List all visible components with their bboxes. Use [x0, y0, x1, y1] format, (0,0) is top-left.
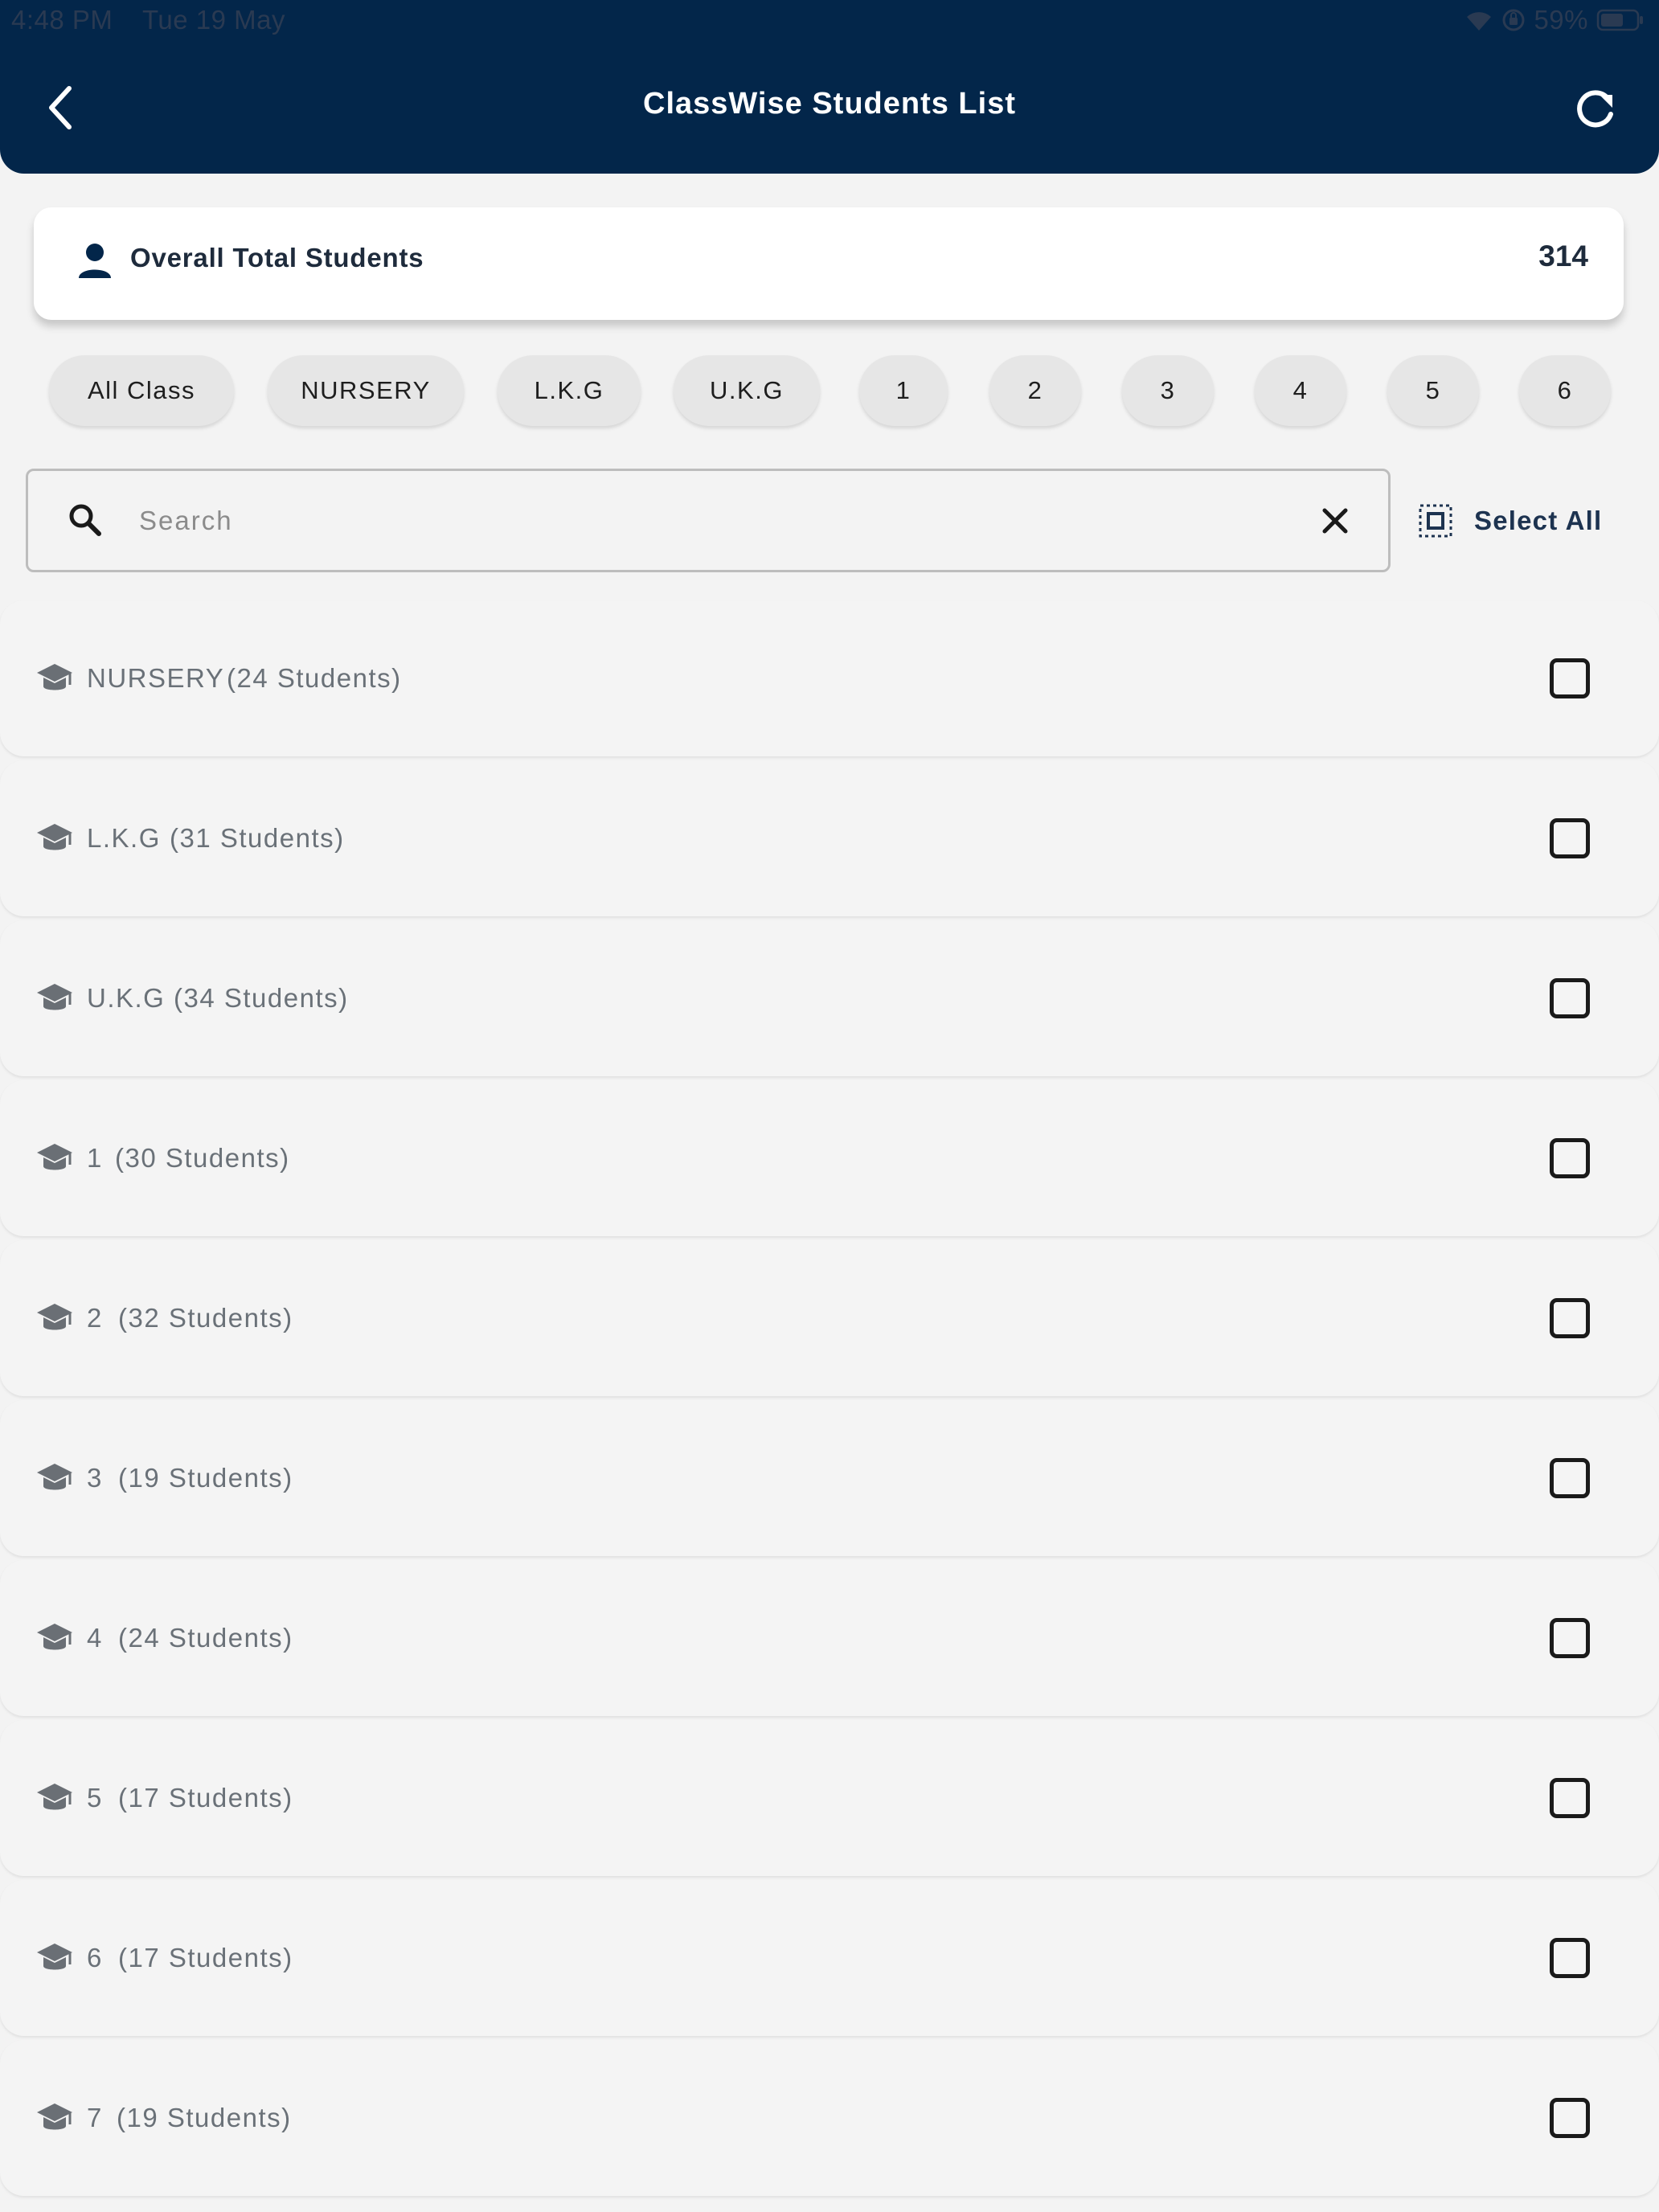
- status-date: Tue 19 May: [142, 5, 286, 35]
- app-header: 4:48 PM Tue 19 May 59% ClassWise Student…: [0, 0, 1659, 174]
- list-item[interactable]: NURSERY (24 Students): [0, 600, 1659, 756]
- list-item[interactable]: U.K.G (34 Students): [0, 920, 1659, 1076]
- class-checkbox[interactable]: [1550, 1618, 1590, 1658]
- select-all-icon: [1419, 504, 1452, 538]
- battery-percent: 59%: [1534, 5, 1588, 35]
- total-students-label: Overall Total Students: [130, 243, 424, 272]
- class-name: 4: [87, 1623, 103, 1653]
- person-icon: [79, 244, 111, 278]
- graduation-cap-icon: [37, 1464, 72, 1490]
- list-item[interactable]: 4 (24 Students): [0, 1560, 1659, 1716]
- class-name: 6: [87, 1943, 103, 1972]
- class-name: U.K.G: [87, 983, 166, 1013]
- wifi-icon: [1464, 8, 1493, 32]
- graduation-cap-icon: [37, 1944, 72, 1970]
- graduation-cap-icon: [37, 664, 72, 690]
- list-item[interactable]: 6 (17 Students): [0, 1880, 1659, 2036]
- class-student-count: (24 Students): [227, 663, 402, 693]
- class-student-count: (31 Students): [170, 823, 345, 853]
- graduation-cap-icon: [37, 1624, 72, 1650]
- chip-all-class[interactable]: All Class: [49, 355, 234, 426]
- status-bar: 4:48 PM Tue 19 May 59%: [0, 0, 1659, 43]
- search-input[interactable]: [139, 494, 1248, 548]
- class-name: 2: [87, 1303, 103, 1333]
- class-student-count: (19 Students): [118, 1463, 293, 1493]
- class-checkbox[interactable]: [1550, 1458, 1590, 1498]
- orientation-lock-icon: [1501, 8, 1526, 32]
- class-student-count: (17 Students): [118, 1943, 293, 1972]
- clear-search-button[interactable]: [1313, 498, 1358, 543]
- class-name: NURSERY: [87, 663, 225, 693]
- graduation-cap-icon: [37, 1784, 72, 1810]
- list-item[interactable]: 5 (17 Students): [0, 1720, 1659, 1876]
- list-item[interactable]: 7 (19 Students): [0, 2040, 1659, 2196]
- class-checkbox[interactable]: [1550, 1138, 1590, 1178]
- class-checkbox[interactable]: [1550, 658, 1590, 698]
- class-name: 7: [87, 2103, 103, 2132]
- chip-class-5[interactable]: 5: [1387, 355, 1479, 426]
- chip-nursery[interactable]: NURSERY: [268, 355, 464, 426]
- class-student-count: (17 Students): [118, 1783, 293, 1813]
- select-all-button[interactable]: Select All: [1418, 497, 1602, 545]
- graduation-cap-icon: [37, 2103, 72, 2130]
- chip-class-2[interactable]: 2: [989, 355, 1081, 426]
- class-student-count: (19 Students): [117, 2103, 292, 2132]
- class-student-count: (32 Students): [118, 1303, 293, 1333]
- class-name: 3: [87, 1463, 103, 1493]
- graduation-cap-icon: [37, 1304, 72, 1330]
- list-item[interactable]: 3 (19 Students): [0, 1400, 1659, 1556]
- class-checkbox[interactable]: [1550, 978, 1590, 1018]
- chip-class-4[interactable]: 4: [1255, 355, 1346, 426]
- chip-ukg[interactable]: U.K.G: [674, 355, 820, 426]
- graduation-cap-icon: [37, 984, 72, 1010]
- search-icon: [69, 504, 101, 536]
- status-time: 4:48 PM: [11, 5, 113, 35]
- class-student-count: (30 Students): [115, 1143, 290, 1173]
- list-item[interactable]: 2 (32 Students): [0, 1240, 1659, 1396]
- graduation-cap-icon: [37, 1144, 72, 1170]
- class-checkbox[interactable]: [1550, 2098, 1590, 2138]
- status-right: 59%: [1464, 5, 1645, 35]
- search-box: [26, 469, 1391, 572]
- class-checkbox[interactable]: [1550, 1778, 1590, 1818]
- total-students-value: 314: [1538, 240, 1588, 272]
- chip-class-3[interactable]: 3: [1122, 355, 1214, 426]
- class-name: 1: [87, 1143, 103, 1173]
- select-all-label: Select All: [1474, 506, 1603, 535]
- close-icon: [1322, 508, 1348, 534]
- chip-class-1[interactable]: 1: [859, 355, 948, 426]
- chip-class-6[interactable]: 6: [1519, 355, 1611, 426]
- list-item[interactable]: L.K.G (31 Students): [0, 760, 1659, 916]
- refresh-icon: [1577, 90, 1613, 128]
- class-checkbox[interactable]: [1550, 1938, 1590, 1978]
- list-item[interactable]: 1 (30 Students): [0, 1080, 1659, 1236]
- refresh-button[interactable]: [1569, 84, 1620, 135]
- battery-icon: [1596, 8, 1645, 32]
- page-title: ClassWise Students List: [643, 87, 1016, 121]
- class-name: 5: [87, 1783, 103, 1813]
- class-student-count: (34 Students): [174, 983, 349, 1013]
- class-student-count: (24 Students): [118, 1623, 293, 1653]
- class-name: L.K.G: [87, 823, 161, 853]
- graduation-cap-icon: [37, 824, 72, 850]
- class-checkbox[interactable]: [1550, 1298, 1590, 1338]
- class-list: NURSERY (24 Students) L.K.G (31 Students…: [0, 600, 1659, 2200]
- chip-lkg[interactable]: L.K.G: [498, 355, 641, 426]
- total-students-card: Overall Total Students 314: [34, 207, 1624, 320]
- class-filter-chips: All Class NURSERY L.K.G U.K.G 1 2 3 4 5 …: [0, 355, 1659, 428]
- class-checkbox[interactable]: [1550, 818, 1590, 858]
